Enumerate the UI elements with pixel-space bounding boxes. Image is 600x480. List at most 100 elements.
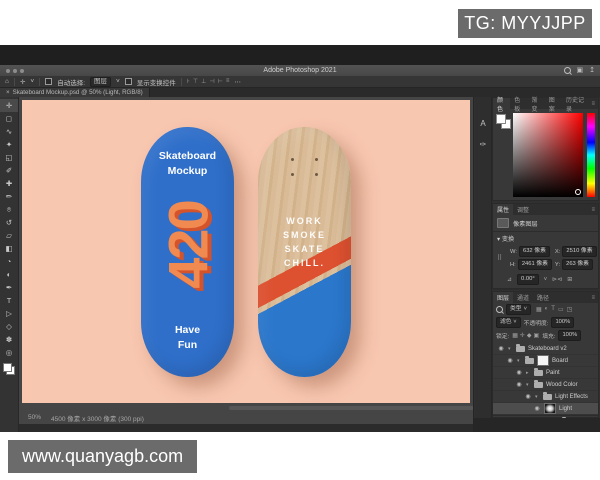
shape-tool-icon[interactable]: ◇ xyxy=(6,320,12,333)
tab-swatches[interactable]: 色板 xyxy=(510,98,527,109)
visibility-eye-icon[interactable]: ◉ xyxy=(506,357,514,364)
history-brush-tool-icon[interactable]: ↺ xyxy=(6,216,12,229)
panel-menu-icon[interactable]: ≡ xyxy=(588,98,598,109)
layer-row-board[interactable]: ◉ ▾ Board xyxy=(493,355,598,367)
lock-transparent-icon[interactable]: ▦ xyxy=(512,332,518,339)
blue-skateboard-deck[interactable]: Skateboard Mockup 420 Have Fun xyxy=(141,127,234,377)
lock-position-icon[interactable]: ✛ xyxy=(520,332,525,339)
layer-row-light[interactable]: ◉ Light xyxy=(493,403,598,415)
color-swatch-pair[interactable] xyxy=(496,114,510,128)
tab-layers[interactable]: 图层 xyxy=(493,292,513,303)
blur-tool-icon[interactable]: ◔ xyxy=(7,255,12,268)
character-panel-icon[interactable]: A xyxy=(480,119,485,128)
filter-type-icon[interactable]: T xyxy=(551,306,555,313)
tab-color[interactable]: 颜色 xyxy=(493,98,510,109)
caret-icon[interactable]: ˅ xyxy=(544,277,548,283)
hue-slider[interactable] xyxy=(587,113,595,197)
layer-filter-dropdown[interactable]: 类型 ˅ xyxy=(506,304,531,315)
move-tool-option-icon[interactable]: ✛ xyxy=(20,78,25,86)
brush-tool-icon[interactable]: ✏ xyxy=(6,190,12,203)
color-picker-dot[interactable] xyxy=(575,189,581,195)
layer-search-icon[interactable] xyxy=(496,306,503,313)
tab-channels[interactable]: 通道 xyxy=(513,292,533,303)
healing-brush-tool-icon[interactable]: ✚ xyxy=(6,177,12,190)
fill-field[interactable]: 100% xyxy=(558,330,581,341)
clone-stamp-tool-icon[interactable]: ⌾ xyxy=(7,203,12,216)
search-icon[interactable] xyxy=(564,67,571,74)
zoom-level[interactable]: 50% xyxy=(28,414,41,421)
dodge-tool-icon[interactable]: ◐ xyxy=(7,268,12,281)
chevron-down-icon[interactable]: ▾ xyxy=(517,358,522,364)
workspace-icon[interactable]: ▣ xyxy=(577,66,584,74)
layer-row-skateboard-v2[interactable]: ◉ ▾ Skateboard v2 xyxy=(493,343,598,355)
layer-row-light-effects[interactable]: ◉ ▾ Light Effects xyxy=(493,391,598,403)
width-field[interactable]: 632 像素 xyxy=(519,246,550,257)
crop-tool-icon[interactable]: ◱ xyxy=(5,151,12,164)
close-tab-icon[interactable]: × xyxy=(6,89,10,96)
align-hcenter-icon[interactable]: ⊣ xyxy=(209,78,214,85)
lock-all-icon[interactable]: ▣ xyxy=(534,332,540,339)
gradient-tool-icon[interactable]: ◧ xyxy=(5,242,12,255)
filter-shape-icon[interactable]: ▭ xyxy=(558,306,564,313)
tab-paths[interactable]: 路径 xyxy=(533,292,553,303)
color-field[interactable] xyxy=(513,113,583,197)
filter-pixel-icon[interactable]: ▦ xyxy=(536,306,542,313)
visibility-eye-icon[interactable]: ◉ xyxy=(497,345,505,352)
tab-gradients[interactable]: 渐变 xyxy=(528,98,545,109)
share-icon[interactable]: ↥ xyxy=(589,66,595,74)
panel-menu-icon[interactable]: ≡ xyxy=(588,204,598,215)
chevron-down-icon[interactable]: ▾ xyxy=(497,236,500,243)
show-transform-checkbox[interactable] xyxy=(125,78,132,85)
wood-skateboard-deck[interactable]: WORK SMOKE SKATE CHILL. xyxy=(258,127,351,377)
chevron-right-icon[interactable]: ▸ xyxy=(526,370,531,376)
zoom-tool-icon[interactable]: ◎ xyxy=(6,346,13,359)
chevron-down-icon[interactable]: ▾ xyxy=(526,382,531,388)
align-left-icon[interactable]: ⊦ xyxy=(187,78,190,85)
lock-artboard-icon[interactable]: ◆ xyxy=(527,332,532,339)
blend-mode-dropdown[interactable]: 滤色 ˅ xyxy=(496,317,521,328)
path-select-tool-icon[interactable]: ▷ xyxy=(6,307,12,320)
filter-adjustment-icon[interactable]: ◐ xyxy=(545,306,549,313)
type-tool-icon[interactable]: T xyxy=(7,294,12,307)
panel-menu-icon[interactable]: ≡ xyxy=(588,292,598,303)
layer-row-paint[interactable]: ◉ ▸ Paint xyxy=(493,367,598,379)
more-options-icon[interactable]: ⋯ xyxy=(234,78,241,86)
artboard[interactable]: Skateboard Mockup 420 Have Fun WORK xyxy=(22,100,470,403)
visibility-eye-icon[interactable]: ◉ xyxy=(524,393,532,400)
tab-history[interactable]: 历史记录 xyxy=(562,98,588,109)
layer-row-wood-color[interactable]: ◉ ▾ Wood Color xyxy=(493,379,598,391)
foreground-background-swatches[interactable] xyxy=(3,363,15,375)
tab-patterns[interactable]: 图案 xyxy=(545,98,562,109)
height-field[interactable]: 2461 像素 xyxy=(518,259,552,270)
opacity-field[interactable]: 100% xyxy=(551,317,574,328)
home-icon[interactable]: ⌂ xyxy=(5,78,9,85)
eyedropper-tool-icon[interactable]: ✐ xyxy=(6,164,12,177)
brushes-panel-icon[interactable]: ✑ xyxy=(480,140,487,149)
lasso-tool-icon[interactable]: ∿ xyxy=(6,125,12,138)
y-field[interactable]: 263 像素 xyxy=(562,259,593,270)
hand-tool-icon[interactable]: ✽ xyxy=(6,333,12,346)
tab-adjustments[interactable]: 调整 xyxy=(513,204,533,215)
chevron-down-icon[interactable]: ▾ xyxy=(508,346,513,352)
auto-select-target-dropdown[interactable]: 图层 xyxy=(90,77,111,87)
align-top-icon[interactable]: ⊤ xyxy=(193,78,198,85)
align-bottom-icon[interactable]: ⊥ xyxy=(201,78,206,85)
filter-smart-icon[interactable]: ◳ xyxy=(567,306,573,313)
align-vcenter-icon[interactable]: ⊢ xyxy=(218,78,223,85)
chevron-down-icon[interactable]: ▾ xyxy=(535,394,540,400)
flip-icon[interactable]: ⊳⊲ xyxy=(552,276,562,283)
reference-point-icon[interactable]: ⠿ xyxy=(497,254,507,262)
move-tool-icon[interactable]: ✛ xyxy=(0,99,18,112)
x-field[interactable]: 2510 像素 xyxy=(562,246,596,257)
marquee-tool-icon[interactable]: ◻ xyxy=(6,112,12,125)
tab-properties[interactable]: 属性 xyxy=(493,204,513,215)
angle-field[interactable]: 0.00° xyxy=(517,274,539,285)
quick-select-tool-icon[interactable]: ✦ xyxy=(6,138,12,151)
grid-icon[interactable]: ⊞ xyxy=(567,276,572,283)
document-tab[interactable]: × Skateboard Mockup.psd @ 50% (Light, RG… xyxy=(0,88,150,97)
pen-tool-icon[interactable]: ✒ xyxy=(6,281,12,294)
auto-select-checkbox[interactable] xyxy=(45,78,52,85)
visibility-eye-icon[interactable]: ◉ xyxy=(533,405,541,412)
visibility-eye-icon[interactable]: ◉ xyxy=(515,369,523,376)
eraser-tool-icon[interactable]: ▱ xyxy=(6,229,12,242)
